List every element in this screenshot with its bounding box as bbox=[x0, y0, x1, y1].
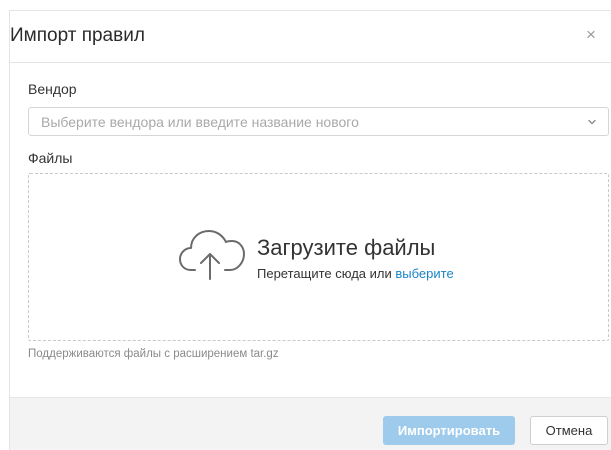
import-button[interactable]: Импортировать bbox=[383, 416, 515, 445]
vendor-select[interactable]: Выберите вендора или введите название но… bbox=[28, 107, 609, 136]
chevron-down-icon bbox=[588, 119, 596, 125]
dialog-title: Импорт правил bbox=[10, 25, 145, 46]
choose-files-link[interactable]: выберите bbox=[395, 266, 453, 281]
vendor-label: Вендор bbox=[28, 81, 77, 97]
import-rules-dialog: Импорт правил × Вендор Выберите вендора … bbox=[9, 10, 611, 450]
cancel-button[interactable]: Отмена bbox=[530, 416, 608, 445]
supported-formats-hint: Поддерживаются файлы с расширением tar.g… bbox=[28, 348, 279, 360]
dialog-header: Импорт правил × bbox=[10, 11, 611, 63]
cloud-upload-icon bbox=[179, 230, 245, 280]
close-icon[interactable]: × bbox=[583, 26, 599, 43]
vendor-select-placeholder: Выберите вендора или введите название но… bbox=[41, 114, 359, 130]
dropzone-text: Перетащите сюда или bbox=[257, 266, 392, 281]
file-dropzone[interactable]: Загрузите файлы Перетащите сюда или выбе… bbox=[28, 173, 609, 341]
dialog-footer: Импортировать Отмена bbox=[10, 397, 611, 450]
dropzone-subtitle: Перетащите сюда или выберите bbox=[257, 266, 454, 281]
dropzone-title: Загрузите файлы bbox=[257, 235, 436, 260]
files-label: Файлы bbox=[28, 150, 73, 166]
